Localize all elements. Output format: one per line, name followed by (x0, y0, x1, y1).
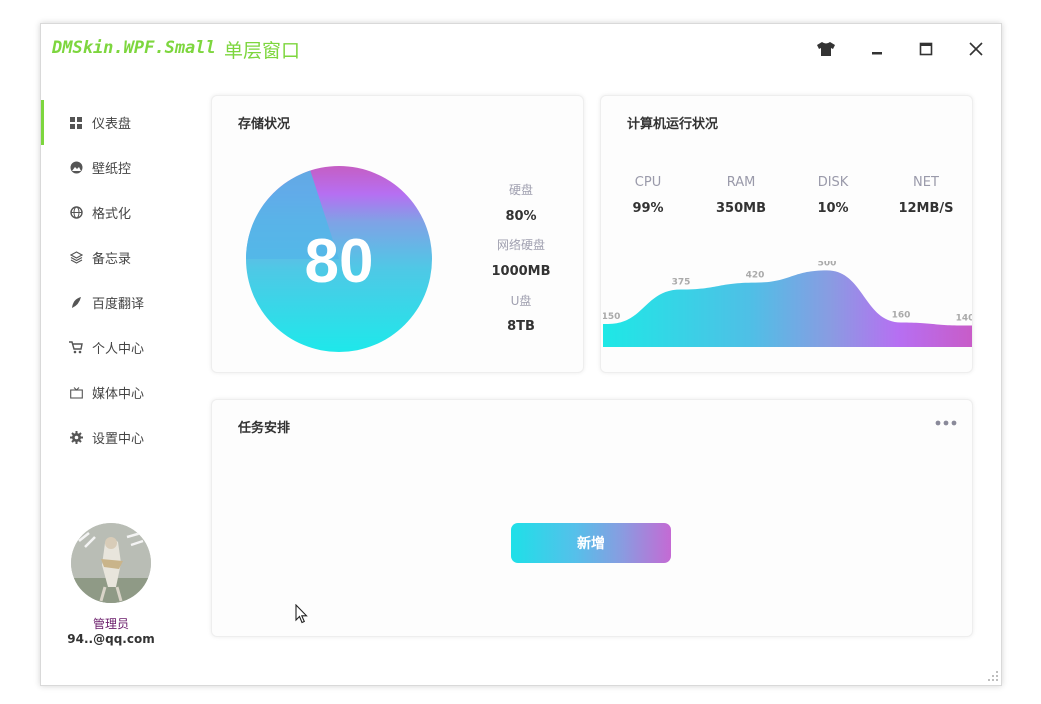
sidebar-item-label: 备忘录 (92, 252, 132, 267)
area-data-label: 420 (746, 271, 765, 281)
gear-icon (69, 431, 83, 445)
metric-value-net: 12MB/S (898, 201, 954, 216)
storage-title: 存储状况 (238, 117, 291, 132)
avatar[interactable] (71, 523, 151, 603)
storage-label-disk: 硬盘 (508, 183, 533, 197)
maximize-button[interactable] (915, 38, 937, 60)
storage-label-network-disk: 网络硬盘 (496, 238, 545, 252)
more-button[interactable] (934, 415, 958, 429)
sidebar-item-format[interactable]: 格式化 (41, 190, 211, 235)
metric-value-ram: 350MB (716, 201, 766, 216)
tv-icon (69, 386, 83, 400)
storage-percent: 80 (305, 227, 374, 296)
sidebar-item-wallpaper[interactable]: 壁纸控 (41, 145, 211, 190)
sidebar-item-profile[interactable]: 个人中心 (41, 325, 211, 370)
sidebar-item-label: 设置中心 (92, 432, 145, 447)
area-data-label: 150 (603, 312, 620, 322)
sidebar-item-translate[interactable]: 百度翻译 (41, 280, 211, 325)
minimize-icon (872, 52, 882, 55)
task-title: 任务安排 (238, 421, 291, 436)
feather-icon (69, 296, 83, 310)
sidebar-item-memo[interactable]: 备忘录 (41, 235, 211, 280)
storage-value-usb: 8TB (507, 319, 535, 334)
sidebar-item-dashboard[interactable]: 仪表盘 (41, 100, 211, 145)
cart-icon (69, 341, 83, 355)
close-button[interactable] (965, 38, 987, 60)
area-data-label: 500 (818, 261, 837, 268)
system-area-chart: 150 375 420 500 160 140 (603, 261, 972, 347)
minimize-button[interactable] (865, 38, 887, 60)
storage-pie-chart: 80 (245, 166, 432, 352)
metric-label-ram: RAM (726, 175, 756, 190)
area-series (603, 270, 972, 347)
sidebar-item-settings[interactable]: 设置中心 (41, 415, 211, 460)
layers-icon (69, 251, 83, 265)
app-logo: DMSkin.WPF.Small (52, 38, 216, 58)
content-area: 仪表盘 壁纸控 格式化 备忘录 百度翻译 个人中心 媒体中心 设置中心 管理员 … (41, 76, 1001, 687)
sidebar-item-label: 壁纸控 (92, 162, 132, 177)
active-indicator (41, 100, 44, 145)
dashboard-icon (69, 116, 83, 130)
task-card: 任务安排 新增 (211, 399, 973, 637)
storage-value-disk: 80% (505, 209, 537, 224)
sidebar-item-label: 格式化 (92, 207, 132, 222)
sidebar: 仪表盘 壁纸控 格式化 备忘录 百度翻译 个人中心 媒体中心 设置中心 管理员 … (41, 76, 211, 687)
system-status-title: 计算机运行状况 (627, 117, 719, 132)
resize-grip-icon[interactable] (987, 670, 999, 682)
storage-card: 存储状况 80 硬盘 80% 网络硬盘 1000MB U盘 8TB (211, 95, 584, 373)
close-icon (969, 42, 983, 56)
add-task-button[interactable]: 新增 (511, 523, 671, 563)
metric-value-cpu: 99% (632, 201, 664, 216)
app-window: DMSkin.WPF.Small 单层窗口 仪表盘 壁纸控 格式化 备忘录 百度… (40, 23, 1002, 686)
shirt-icon (817, 42, 835, 56)
sidebar-item-label: 百度翻译 (92, 297, 145, 312)
area-data-label: 160 (892, 310, 911, 320)
mouse-cursor-icon (295, 604, 308, 624)
area-data-label: 375 (672, 278, 691, 288)
metric-value-disk: 10% (817, 201, 849, 216)
globe-icon (69, 206, 83, 220)
metric-label-disk: DISK (817, 175, 849, 190)
user-role: 管理员 (92, 617, 129, 631)
area-data-label: 140 (956, 314, 972, 324)
sidebar-item-label: 仪表盘 (92, 117, 132, 132)
sidebar-item-label: 媒体中心 (92, 387, 145, 402)
window-title: 单层窗口 (224, 40, 301, 62)
image-icon (69, 161, 83, 175)
storage-label-usb: U盘 (510, 294, 532, 308)
more-icon (935, 420, 957, 426)
metric-label-cpu: CPU (634, 175, 662, 190)
system-status-card: 计算机运行状况 CPU 99% RAM 350MB DISK 10% NET 1… (600, 95, 973, 373)
storage-value-network-disk: 1000MB (491, 264, 551, 279)
sidebar-item-label: 个人中心 (92, 342, 145, 357)
skin-button[interactable] (815, 38, 837, 60)
user-email: 94..@qq.com (67, 632, 155, 646)
metric-label-net: NET (913, 175, 939, 190)
title-bar[interactable]: DMSkin.WPF.Small 单层窗口 (41, 24, 1001, 76)
sidebar-item-media[interactable]: 媒体中心 (41, 370, 211, 415)
maximize-icon (919, 42, 933, 56)
